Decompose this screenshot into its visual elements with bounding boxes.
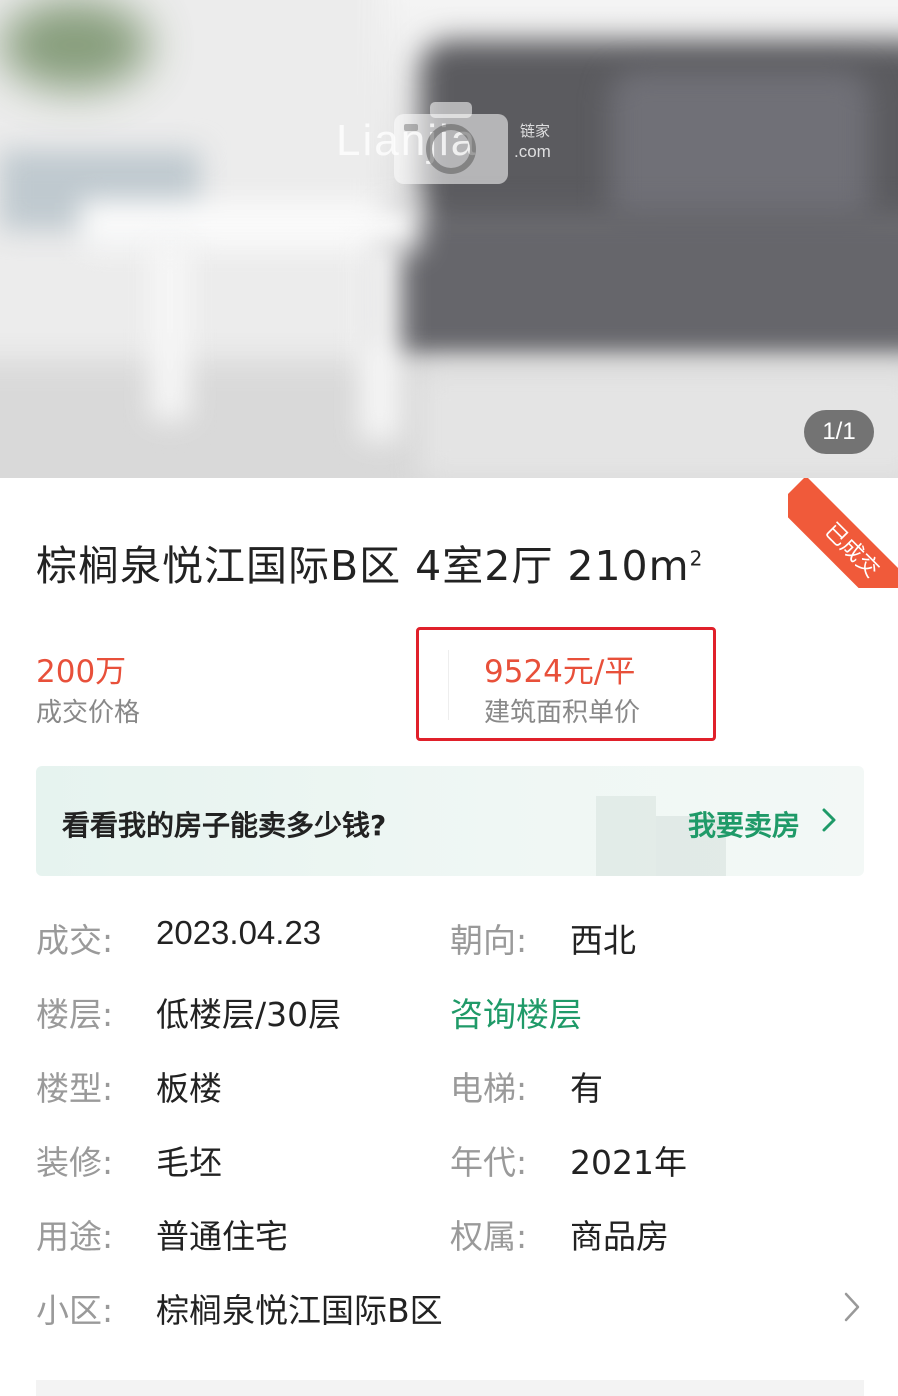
camera-icon (394, 102, 508, 184)
elevator-value: 有 (570, 1069, 603, 1108)
community-value[interactable]: 棕榈泉悦江国际B区 (156, 1284, 443, 1332)
decoration-value: 毛坯 (156, 1143, 222, 1182)
deal-date-value: 2023.04.23 (156, 914, 322, 951)
watermark-cn: 链家 (520, 122, 551, 140)
orientation-value: 西北 (570, 921, 636, 960)
listing-title: 棕榈泉悦江国际B区 4室2厅 210m2 (36, 532, 703, 592)
banner-question: 看看我的房子能卖多少钱? (62, 809, 387, 842)
elevator-label: 电梯: (450, 1069, 528, 1108)
year-value: 2021年 (570, 1143, 687, 1182)
sold-ribbon: 已成交 (788, 478, 898, 588)
photo-plant (0, 0, 150, 90)
orientation-label: 朝向: (450, 921, 528, 960)
year-label: 年代: (450, 1143, 528, 1182)
deal-price-label: 成交价格 (36, 698, 141, 728)
photo-table-leg (360, 240, 400, 440)
consult-floor-link[interactable]: 咨询楼层 (450, 988, 582, 1036)
listing-title-text: 棕榈泉悦江国际B区 4室2厅 210m (36, 542, 690, 590)
floor-value: 低楼层/30层 (156, 995, 342, 1034)
next-section-edge (36, 1380, 864, 1396)
building-type-label: 楼型: (36, 1069, 114, 1108)
usage-value: 普通住宅 (156, 1217, 288, 1256)
community-label: 小区: (36, 1291, 114, 1330)
banner-decoration (596, 796, 656, 876)
listing-title-superscript: 2 (689, 546, 704, 571)
unit-price-highlight (416, 627, 716, 741)
listing-photo[interactable]: Lianjia 链家 .com 1/1 (0, 0, 898, 478)
photo-counter: 1/1 (804, 410, 874, 454)
ownership-label: 权属: (450, 1217, 528, 1256)
sold-ribbon-label: 已成交 (788, 478, 898, 588)
photo-table-leg (150, 240, 190, 420)
watermark-domain: .com (514, 142, 551, 161)
deal-date-label: 成交: (36, 921, 114, 960)
deal-price-value: 200万 (36, 654, 127, 690)
floor-label: 楼层: (36, 995, 114, 1034)
ownership-value: 商品房 (570, 1217, 669, 1256)
chevron-right-icon (822, 808, 836, 832)
decoration-label: 装修: (36, 1143, 114, 1182)
sell-home-link[interactable]: 我要卖房 (688, 804, 800, 844)
usage-label: 用途: (36, 1217, 114, 1256)
sell-home-banner[interactable]: 看看我的房子能卖多少钱? 我要卖房 (36, 766, 864, 876)
building-type-value: 板楼 (156, 1069, 222, 1108)
chevron-right-icon[interactable] (842, 1290, 862, 1324)
watermark: Lianjia 链家 .com (336, 100, 576, 190)
photo-sofa-seat (380, 210, 898, 360)
